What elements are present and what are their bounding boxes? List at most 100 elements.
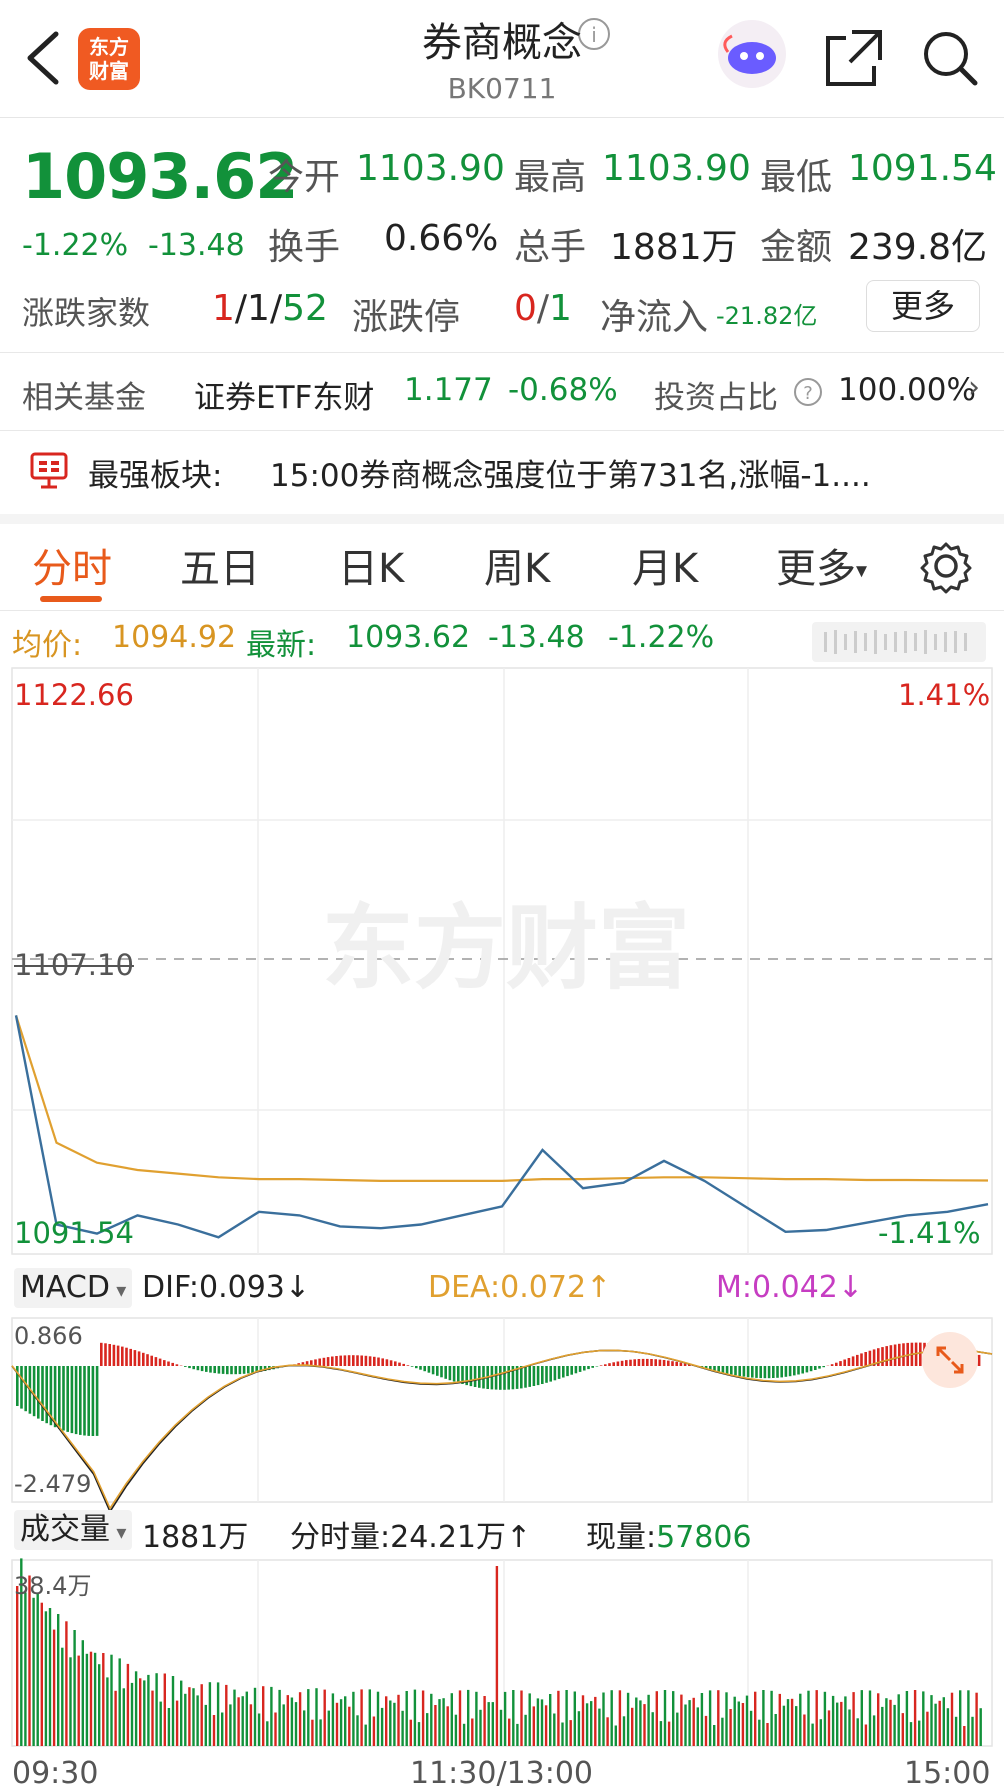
macd-bar (255, 1366, 258, 1373)
volume-bar (237, 1697, 240, 1746)
price-line (14, 1015, 989, 1239)
macd-bar (646, 1358, 649, 1366)
volume-bar (442, 1698, 445, 1746)
tab-daily-k[interactable]: 日K (338, 536, 404, 594)
volume-bar (786, 1699, 790, 1746)
volume-bar (618, 1690, 622, 1746)
macd-bar (830, 1364, 834, 1366)
volume-bar (57, 1614, 60, 1746)
open-value: 1103.90 (356, 148, 505, 189)
macd-bar (16, 1366, 19, 1406)
macd-bar (137, 1351, 141, 1366)
volume-bar (967, 1690, 970, 1746)
macd-bar (788, 1366, 792, 1377)
settings-gear-icon[interactable] (918, 538, 974, 594)
macd-bar (793, 1366, 796, 1376)
macd-bar (671, 1361, 674, 1366)
macd-bar (528, 1366, 531, 1387)
macd-bar (280, 1366, 284, 1368)
tab-more[interactable]: 更多▾ (776, 536, 867, 594)
volume-bar (528, 1693, 531, 1746)
caret-down-icon: ▾ (109, 1278, 127, 1302)
volume-bar (44, 1611, 48, 1746)
volume-bar (856, 1718, 859, 1746)
volume-bar (766, 1723, 769, 1746)
volume-bar (249, 1704, 253, 1746)
volume-bar (663, 1690, 667, 1746)
average-price-line (14, 1015, 989, 1183)
macd-selector[interactable]: MACD ▾ (14, 1268, 133, 1308)
tab-intraday[interactable]: 分时 (32, 536, 112, 594)
volume-bar (700, 1693, 704, 1746)
volume-bar (241, 1696, 244, 1746)
current-price: 1093.62 (22, 140, 298, 213)
dif-arrow: ↓ (284, 1270, 311, 1305)
tab-monthly-k[interactable]: 月K (632, 536, 698, 594)
volume-bar (163, 1673, 166, 1746)
volume-bar (864, 1724, 868, 1746)
volume-bar (93, 1652, 97, 1746)
dea-value: DEA:0.072 (428, 1270, 587, 1305)
macd-bar (797, 1366, 800, 1375)
macd-bar (893, 1344, 897, 1366)
turnover-value: 0.66% (384, 218, 499, 259)
macd-bar (91, 1366, 95, 1436)
volume-bar (73, 1630, 76, 1746)
volume-bar (393, 1702, 396, 1746)
dif-value: DIF:0.093 (142, 1270, 285, 1305)
macd-bar (293, 1364, 296, 1366)
macd-bar (906, 1342, 909, 1366)
more-button[interactable]: 更多 (866, 280, 980, 332)
volume-axis-top: 38.4万 (14, 1572, 92, 1600)
divider (0, 610, 1004, 611)
macd-bar (32, 1366, 36, 1417)
macd-bar (629, 1359, 632, 1366)
macd-bar (553, 1366, 557, 1381)
tab-five-day[interactable]: 五日 (180, 536, 260, 594)
macd-frame (11, 1317, 993, 1503)
macd-bar (385, 1359, 389, 1366)
macd-bar (322, 1357, 326, 1366)
volume-bar (159, 1701, 162, 1746)
macd-bar (28, 1366, 32, 1414)
amount-label: 金额 (760, 227, 833, 268)
volume-bar (745, 1695, 749, 1746)
volume-bar (717, 1690, 720, 1746)
volume-bar (315, 1688, 318, 1746)
volume-bar (672, 1691, 675, 1746)
volume-bar (836, 1702, 839, 1746)
caret-down-icon: ▾ (110, 1520, 127, 1544)
volume-bar (565, 1690, 568, 1746)
macd-bar (276, 1366, 279, 1369)
macd-bar (457, 1366, 460, 1383)
macd-bar (725, 1366, 729, 1374)
volume-bar (81, 1640, 84, 1746)
macd-bar (217, 1366, 221, 1374)
volume-bar (889, 1699, 892, 1746)
volume-bar (897, 1694, 900, 1746)
tab-weekly-k[interactable]: 周K (484, 536, 550, 594)
volume-bar (344, 1696, 347, 1746)
macd-bar (700, 1366, 704, 1368)
high-value: 1103.90 (602, 148, 751, 189)
macd-bar (184, 1366, 187, 1367)
macd-bar (192, 1366, 195, 1370)
volume-bar (590, 1701, 593, 1746)
expand-icon[interactable] (920, 1330, 980, 1390)
macd-bar (226, 1366, 229, 1375)
macd-bar (503, 1366, 506, 1390)
help-icon[interactable]: ? (792, 376, 826, 410)
watermark: 东方财富 (322, 895, 690, 1002)
volume-bar (376, 1691, 380, 1746)
volume-bar (942, 1697, 945, 1746)
macd-bar (898, 1343, 901, 1366)
mini-bar-icon[interactable] (812, 622, 986, 662)
macd-bar (595, 1366, 599, 1367)
volume-bar (426, 1713, 429, 1746)
volume-bar (286, 1695, 289, 1746)
volume-selector[interactable]: 成交量 ▾ (14, 1510, 133, 1550)
macd-bar (511, 1366, 515, 1390)
macd-bar (272, 1366, 275, 1370)
volume-bar (881, 1706, 884, 1746)
macd-bar (881, 1347, 884, 1366)
